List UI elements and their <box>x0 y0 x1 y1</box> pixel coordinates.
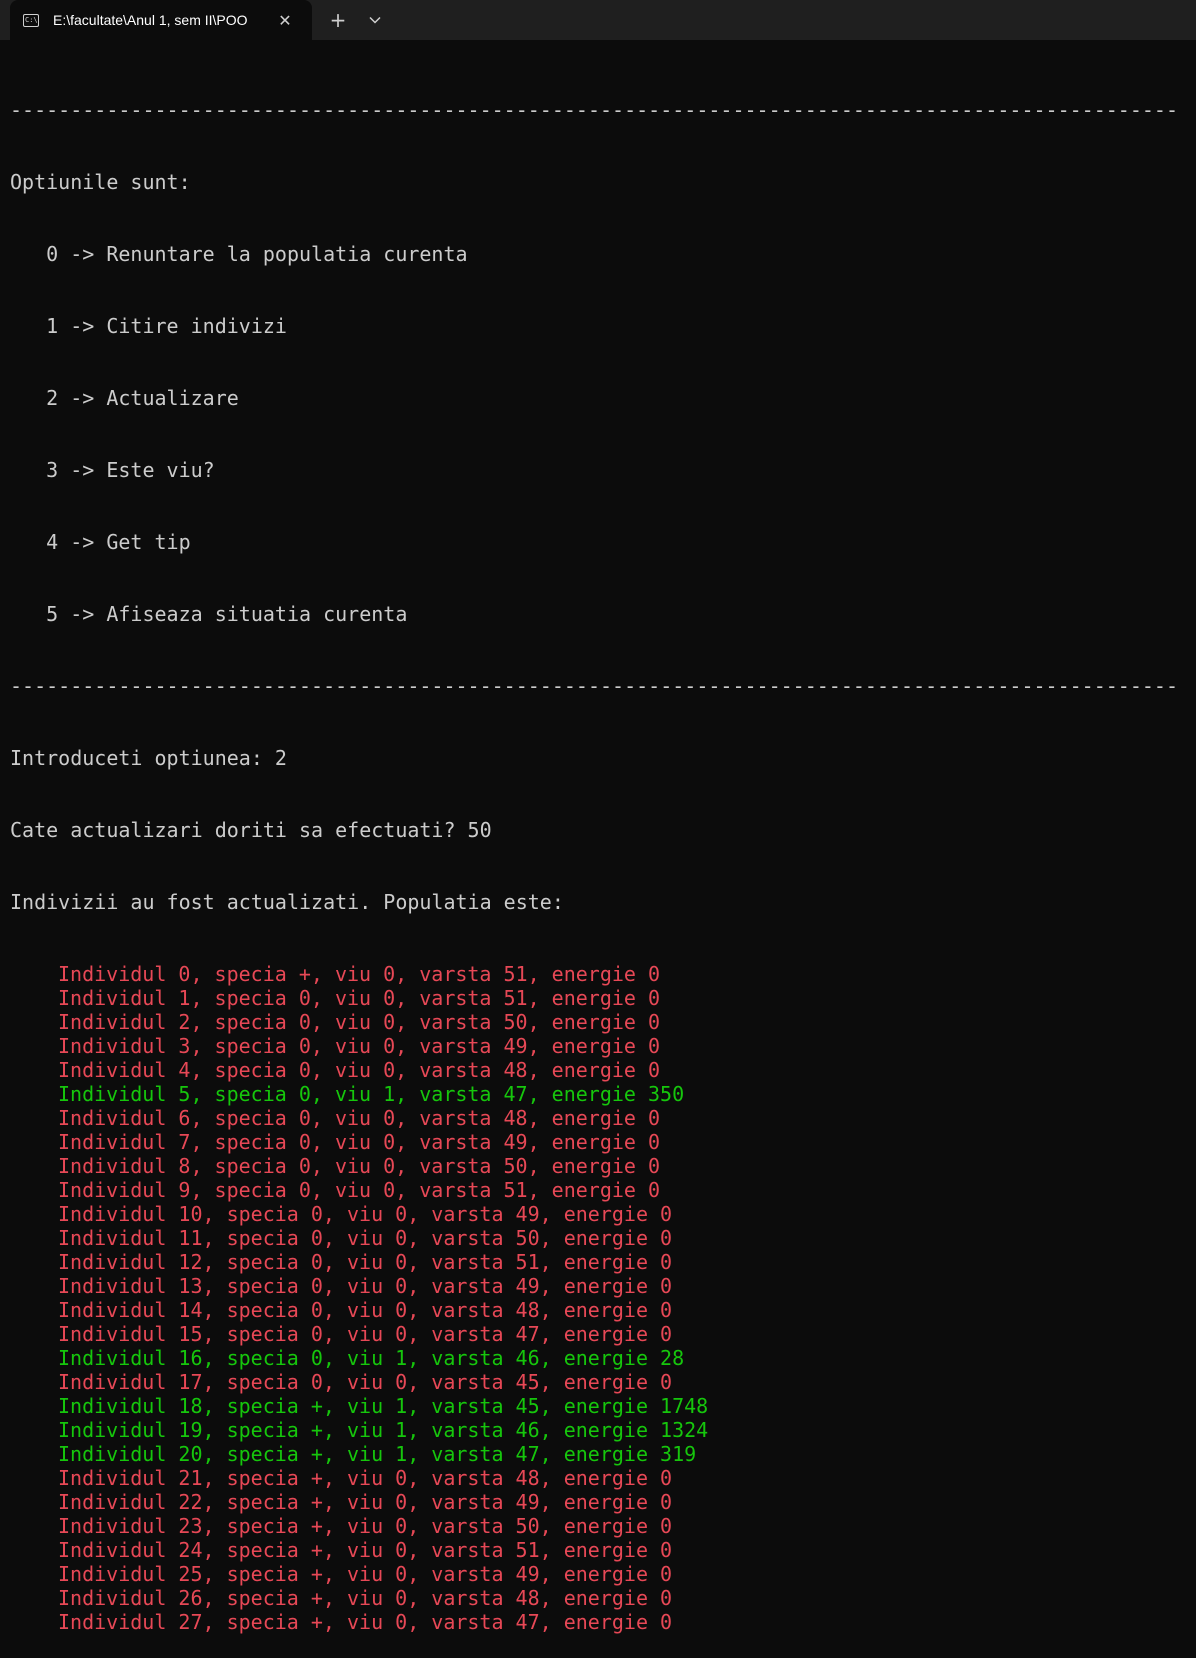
individuals-list: Individul 0, specia +, viu 0, varsta 51,… <box>10 962 1186 1634</box>
individual-line: Individul 9, specia 0, viu 0, varsta 51,… <box>10 1178 1186 1202</box>
individual-dead-text: Individul 12, specia 0, viu 0, varsta 51… <box>58 1250 673 1274</box>
individual-alive-text: Individul 18, specia +, viu 1, varsta 45… <box>58 1394 709 1418</box>
individual-line: Individul 24, specia +, viu 0, varsta 51… <box>10 1538 1186 1562</box>
individual-alive-text: Individul 5, specia 0, viu 1, varsta 47,… <box>58 1082 685 1106</box>
separator-line: ----------------------------------------… <box>10 674 1178 698</box>
individual-dead-text: Individul 6, specia 0, viu 0, varsta 48,… <box>58 1106 661 1130</box>
individual-dead-text: Individul 11, specia 0, viu 0, varsta 50… <box>58 1226 673 1250</box>
menu-option: 2 -> Actualizare <box>10 386 239 410</box>
individual-alive-text: Individul 19, specia +, viu 1, varsta 46… <box>58 1418 709 1442</box>
individual-line: Individul 5, specia 0, viu 1, varsta 47,… <box>10 1082 1186 1106</box>
individual-line: Individul 6, specia 0, viu 0, varsta 48,… <box>10 1106 1186 1130</box>
individual-line: Individul 3, specia 0, viu 0, varsta 49,… <box>10 1034 1186 1058</box>
close-tab-button[interactable]: ✕ <box>275 11 295 30</box>
individual-line: Individul 7, specia 0, viu 0, varsta 49,… <box>10 1130 1186 1154</box>
individual-line: Individul 25, specia +, viu 0, varsta 49… <box>10 1562 1186 1586</box>
separator-line: ----------------------------------------… <box>10 98 1178 122</box>
individual-line: Individul 19, specia +, viu 1, varsta 46… <box>10 1418 1186 1442</box>
individual-dead-text: Individul 2, specia 0, viu 0, varsta 50,… <box>58 1010 661 1034</box>
individual-dead-text: Individul 25, specia +, viu 0, varsta 49… <box>58 1562 673 1586</box>
individual-line: Individul 22, specia +, viu 0, varsta 49… <box>10 1490 1186 1514</box>
tab-dropdown-button[interactable] <box>362 5 388 35</box>
individual-dead-text: Individul 10, specia 0, viu 0, varsta 49… <box>58 1202 673 1226</box>
individual-line: Individul 11, specia 0, viu 0, varsta 50… <box>10 1226 1186 1250</box>
individual-line: Individul 1, specia 0, viu 0, varsta 51,… <box>10 986 1186 1010</box>
individual-line: Individul 0, specia +, viu 0, varsta 51,… <box>10 962 1186 986</box>
individual-dead-text: Individul 22, specia +, viu 0, varsta 49… <box>58 1490 673 1514</box>
individual-dead-text: Individul 3, specia 0, viu 0, varsta 49,… <box>58 1034 661 1058</box>
console-output[interactable]: ----------------------------------------… <box>10 50 1186 1658</box>
individual-dead-text: Individul 4, specia 0, viu 0, varsta 48,… <box>58 1058 661 1082</box>
individual-line: Individul 16, specia 0, viu 1, varsta 46… <box>10 1346 1186 1370</box>
individual-dead-text: Individul 26, specia +, viu 0, varsta 48… <box>58 1586 673 1610</box>
tab-title: E:\facultate\Anul 1, sem II\POO <box>53 12 248 28</box>
individual-dead-text: Individul 13, specia 0, viu 0, varsta 49… <box>58 1274 673 1298</box>
individual-line: Individul 10, specia 0, viu 0, varsta 49… <box>10 1202 1186 1226</box>
menu-option: 4 -> Get tip <box>10 530 191 554</box>
individual-dead-text: Individul 0, specia +, viu 0, varsta 51,… <box>58 962 661 986</box>
menu-option: 5 -> Afiseaza situatia curenta <box>10 602 408 626</box>
menu-header: Optiunile sunt: <box>10 170 191 194</box>
individual-dead-text: Individul 15, specia 0, viu 0, varsta 47… <box>58 1322 673 1346</box>
individual-dead-text: Individul 14, specia 0, viu 0, varsta 48… <box>58 1298 673 1322</box>
individual-dead-text: Individul 21, specia +, viu 0, varsta 48… <box>58 1466 673 1490</box>
individual-dead-text: Individul 8, specia 0, viu 0, varsta 50,… <box>58 1154 661 1178</box>
individual-line: Individul 2, specia 0, viu 0, varsta 50,… <box>10 1010 1186 1034</box>
new-tab-button[interactable]: + <box>324 5 352 35</box>
individual-line: Individul 8, specia 0, viu 0, varsta 50,… <box>10 1154 1186 1178</box>
individual-line: Individul 27, specia +, viu 0, varsta 47… <box>10 1610 1186 1634</box>
individual-line: Individul 4, specia 0, viu 0, varsta 48,… <box>10 1058 1186 1082</box>
update-count-prompt: Cate actualizari doriti sa efectuati? 50 <box>10 818 492 842</box>
terminal-tab[interactable]: C:\ E:\facultate\Anul 1, sem II\POO ✕ <box>10 0 312 40</box>
individual-line: Individul 21, specia +, viu 0, varsta 48… <box>10 1466 1186 1490</box>
menu-option: 0 -> Renuntare la populatia curenta <box>10 242 468 266</box>
individual-dead-text: Individul 1, specia 0, viu 0, varsta 51,… <box>58 986 661 1010</box>
chevron-down-icon <box>369 16 381 24</box>
individual-alive-text: Individul 16, specia 0, viu 1, varsta 46… <box>58 1346 685 1370</box>
individual-dead-text: Individul 7, specia 0, viu 0, varsta 49,… <box>58 1130 661 1154</box>
individual-line: Individul 13, specia 0, viu 0, varsta 49… <box>10 1274 1186 1298</box>
individual-dead-text: Individul 23, specia +, viu 0, varsta 50… <box>58 1514 673 1538</box>
terminal-icon: C:\ <box>23 13 39 27</box>
individual-line: Individul 17, specia 0, viu 0, varsta 45… <box>10 1370 1186 1394</box>
menu-option: 3 -> Este viu? <box>10 458 215 482</box>
individual-line: Individul 12, specia 0, viu 0, varsta 51… <box>10 1250 1186 1274</box>
individual-line: Individul 18, specia +, viu 1, varsta 45… <box>10 1394 1186 1418</box>
result-message: Indivizii au fost actualizati. Populatia… <box>10 890 564 914</box>
individual-line: Individul 20, specia +, viu 1, varsta 47… <box>10 1442 1186 1466</box>
individual-dead-text: Individul 9, specia 0, viu 0, varsta 51,… <box>58 1178 661 1202</box>
option-prompt: Introduceti optiunea: 2 <box>10 746 287 770</box>
menu-option: 1 -> Citire indivizi <box>10 314 287 338</box>
title-bar: C:\ E:\facultate\Anul 1, sem II\POO ✕ + <box>0 0 1196 40</box>
individual-line: Individul 26, specia +, viu 0, varsta 48… <box>10 1586 1186 1610</box>
individual-alive-text: Individul 20, specia +, viu 1, varsta 47… <box>58 1442 697 1466</box>
individual-line: Individul 23, specia +, viu 0, varsta 50… <box>10 1514 1186 1538</box>
individual-dead-text: Individul 27, specia +, viu 0, varsta 47… <box>58 1610 673 1634</box>
individual-dead-text: Individul 24, specia +, viu 0, varsta 51… <box>58 1538 673 1562</box>
individual-line: Individul 15, specia 0, viu 0, varsta 47… <box>10 1322 1186 1346</box>
individual-dead-text: Individul 17, specia 0, viu 0, varsta 45… <box>58 1370 673 1394</box>
individual-line: Individul 14, specia 0, viu 0, varsta 48… <box>10 1298 1186 1322</box>
